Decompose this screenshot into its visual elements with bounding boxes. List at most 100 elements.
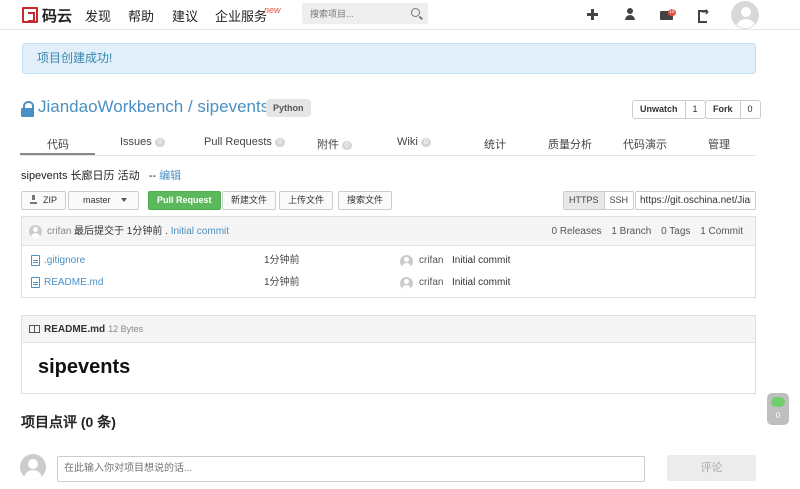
- language-badge: Python: [266, 99, 311, 117]
- readme-header: README.md 12 Bytes: [22, 316, 755, 343]
- avatar: [20, 454, 46, 480]
- latest-commit-bar: crifan 最后提交于 1分钟前 . Initial commit 0 Rel…: [22, 217, 755, 246]
- comment-input[interactable]: [57, 456, 645, 482]
- active-tab-indicator: [20, 153, 95, 155]
- branch-select[interactable]: master: [68, 191, 139, 210]
- avatar: [29, 225, 42, 238]
- file-icon: [31, 255, 40, 266]
- watch-count[interactable]: 1: [684, 101, 705, 118]
- nav-link-suggest[interactable]: 建议: [172, 6, 198, 25]
- upload-file-button[interactable]: 上传文件: [279, 191, 334, 210]
- repo-title[interactable]: JiandaoWorkbench / sipevents: [38, 97, 269, 117]
- tab-attachments[interactable]: 附件 0: [317, 136, 352, 152]
- ssh-toggle[interactable]: SSH: [603, 192, 634, 209]
- clone-url-field[interactable]: [635, 191, 756, 210]
- fork-button-group[interactable]: Fork 0: [705, 100, 761, 119]
- tab-count: 0: [342, 140, 352, 150]
- file-time: 1分钟前: [264, 277, 300, 288]
- site-logo[interactable]: 码云: [22, 5, 72, 25]
- download-icon: [30, 195, 37, 204]
- nav-link-enterprise[interactable]: 企业服务: [215, 6, 267, 25]
- tab-demo[interactable]: 代码演示: [623, 136, 667, 152]
- repo-description: sipevents 长廊日历 活动 -- 编辑: [21, 167, 181, 183]
- float-chat-widget[interactable]: 0: [767, 393, 789, 425]
- tab-label: Issues: [120, 136, 152, 148]
- file-commit-message[interactable]: Initial commit: [452, 250, 510, 272]
- tab-label: 附件: [317, 139, 339, 151]
- search-icon[interactable]: [411, 8, 420, 17]
- file-author[interactable]: crifan: [419, 272, 443, 294]
- fork-button[interactable]: Fork: [706, 101, 740, 118]
- releases-link[interactable]: 0 Releases: [552, 226, 602, 237]
- new-file-button[interactable]: 新建文件: [222, 191, 277, 210]
- tab-count: 0: [274, 137, 285, 147]
- plus-icon[interactable]: [586, 8, 600, 22]
- pull-request-button[interactable]: Pull Request: [148, 191, 221, 210]
- mail-count-badge: 10: [668, 9, 676, 16]
- file-commit-message[interactable]: Initial commit: [452, 272, 510, 294]
- lock-icon: [21, 101, 34, 117]
- avatar: [400, 255, 413, 268]
- file-icon: [31, 277, 40, 288]
- tab-label: Pull Requests: [204, 136, 272, 148]
- tab-count: 0: [420, 137, 431, 147]
- search-box: [302, 3, 428, 24]
- book-icon: [29, 325, 40, 333]
- download-zip-button[interactable]: ZIP: [21, 191, 67, 210]
- description-text: sipevents 长廊日历 活动: [21, 170, 140, 182]
- readme-panel: README.md 12 Bytes sipevents: [21, 315, 756, 394]
- branches-link[interactable]: 1 Branch: [611, 226, 651, 237]
- readme-size: 12 Bytes: [108, 324, 144, 334]
- tags-link[interactable]: 0 Tags: [661, 226, 690, 237]
- readme-heading: sipevents: [38, 356, 131, 378]
- tab-issues[interactable]: Issues 0: [120, 136, 165, 148]
- tab-wiki[interactable]: Wiki 0: [397, 136, 431, 148]
- logo-text: 码云: [42, 7, 73, 25]
- file-name[interactable]: README.md: [44, 272, 103, 294]
- top-nav: 码云 发现 帮助 建议 企业服务 new 10: [0, 0, 800, 30]
- edit-description-link[interactable]: 编辑: [159, 170, 181, 182]
- https-toggle[interactable]: HTTPS: [564, 192, 604, 209]
- tab-label: 质量分析: [548, 139, 592, 151]
- file-browser: crifan 最后提交于 1分钟前 . Initial commit 0 Rel…: [21, 216, 756, 298]
- tab-manage[interactable]: 管理: [708, 136, 730, 152]
- tab-pull-requests[interactable]: Pull Requests 0: [204, 136, 285, 148]
- fork-count[interactable]: 0: [739, 101, 760, 118]
- sign-out-icon[interactable]: [697, 7, 711, 23]
- tab-count: 0: [154, 137, 165, 147]
- commit-author[interactable]: crifan: [47, 217, 71, 246]
- comments-title: 项目点评 (0 条): [21, 414, 116, 430]
- success-alert: 项目创建成功!: [22, 43, 756, 74]
- description-dash: --: [148, 170, 157, 182]
- zip-label: ZIP: [43, 195, 58, 205]
- chat-count: 0: [775, 411, 781, 420]
- unwatch-button-group[interactable]: Unwatch 1: [632, 100, 706, 119]
- logo-icon: [22, 7, 38, 23]
- tab-quality[interactable]: 质量分析: [548, 136, 592, 152]
- protocol-toggle: HTTPS SSH: [563, 191, 635, 210]
- tab-stats[interactable]: 统计: [484, 136, 506, 152]
- user-icon[interactable]: [623, 8, 637, 22]
- file-name[interactable]: .gitignore: [44, 250, 85, 272]
- new-badge: new: [264, 5, 281, 15]
- commit-message: 最后提交于 1分钟前 . Initial commit: [74, 217, 229, 246]
- tab-label: Wiki: [397, 136, 418, 148]
- nav-link-help[interactable]: 帮助: [128, 6, 154, 25]
- commit-link[interactable]: Initial commit: [171, 226, 229, 237]
- tab-code[interactable]: 代码: [47, 136, 69, 152]
- file-author[interactable]: crifan: [419, 250, 443, 272]
- unwatch-button[interactable]: Unwatch: [633, 101, 685, 118]
- commits-link[interactable]: 1 Commit: [700, 226, 743, 237]
- readme-filename: README.md: [44, 324, 106, 335]
- repo-stats: 0 Releases 1 Branch 0 Tags 1 Commit: [545, 217, 744, 246]
- commit-time-text: 最后提交于 1分钟前 .: [74, 226, 168, 237]
- search-input[interactable]: [302, 3, 406, 24]
- chat-icon: [771, 397, 785, 407]
- file-time: 1分钟前: [264, 255, 300, 266]
- nav-link-discover[interactable]: 发现: [85, 6, 111, 25]
- user-avatar[interactable]: [731, 1, 759, 29]
- file-row: README.md 1分钟前 crifan Initial commit: [22, 272, 755, 294]
- tab-label: 统计: [484, 139, 506, 151]
- submit-comment-button[interactable]: 评论: [667, 455, 756, 481]
- search-file-button[interactable]: 搜索文件: [338, 191, 393, 210]
